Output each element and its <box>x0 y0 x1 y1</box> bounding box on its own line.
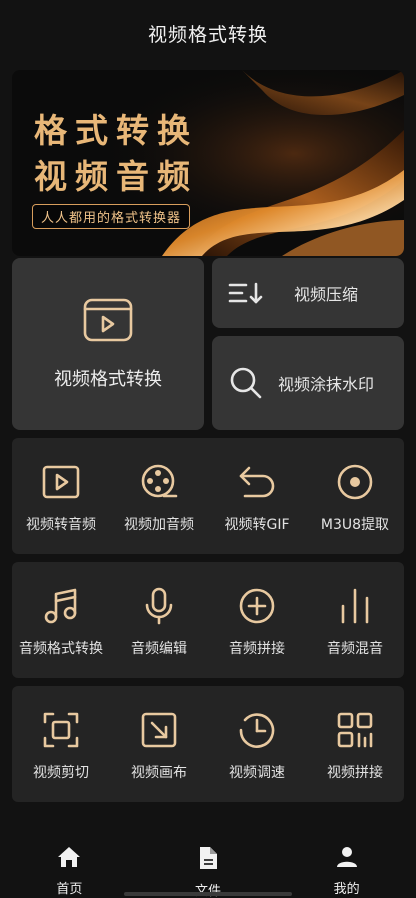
video-watermark-label: 视频涂抹水印 <box>278 375 375 394</box>
video-speed-tool[interactable]: 视频调速 <box>208 686 306 802</box>
qr-grid-icon <box>335 710 375 750</box>
film-reel-icon <box>139 462 179 502</box>
tool-label: 音频编辑 <box>131 641 187 657</box>
tool-label: 视频调速 <box>229 765 285 781</box>
audio-mix-tool[interactable]: 音频混音 <box>306 562 404 678</box>
audio-format-convert-tool[interactable]: 音频格式转换 <box>12 562 110 678</box>
tool-label: 音频混音 <box>327 641 383 657</box>
sort-down-icon <box>226 273 266 313</box>
video-edit-tools-row: 视频剪切 视频画布 视频调速 视频拼接 <box>12 686 404 802</box>
search-icon <box>226 363 266 403</box>
tool-label: 视频拼接 <box>327 765 383 781</box>
video-format-convert-card[interactable]: 视频格式转换 <box>12 258 204 430</box>
document-icon <box>198 846 218 874</box>
video-to-audio-tool[interactable]: 视频转音频 <box>12 438 110 554</box>
nav-home-label: 首页 <box>56 882 83 897</box>
microphone-icon <box>139 586 179 626</box>
banner-headline-2: 视频音频 <box>34 157 198 196</box>
promo-banner[interactable]: 格式转换 视频音频 人人都用的格式转换器 <box>12 70 404 256</box>
m3u8-extract-tool[interactable]: M3U8提取 <box>306 438 404 554</box>
video-cut-tool[interactable]: 视频剪切 <box>12 686 110 802</box>
tool-label: 音频拼接 <box>229 641 285 657</box>
record-icon <box>335 462 375 502</box>
audio-tools-row: 音频格式转换 音频编辑 音频拼接 音频混音 <box>12 562 404 678</box>
crop-frame-icon <box>41 710 81 750</box>
video-watermark-card[interactable]: 视频涂抹水印 <box>212 336 404 430</box>
nav-files[interactable]: 文件 <box>139 830 278 898</box>
tool-label: 音频格式转换 <box>19 641 103 657</box>
music-note-icon <box>41 586 81 626</box>
clock-icon <box>237 710 277 750</box>
tool-label: 视频剪切 <box>33 765 89 781</box>
video-join-tool[interactable]: 视频拼接 <box>306 686 404 802</box>
audio-edit-tool[interactable]: 音频编辑 <box>110 562 208 678</box>
video-compress-label: 视频压缩 <box>294 285 359 304</box>
banner-tagline: 人人都用的格式转换器 <box>32 204 191 229</box>
nav-mine-label: 我的 <box>333 882 360 897</box>
banner-headline-1: 格式转换 <box>34 111 198 150</box>
nav-mine[interactable]: 我的 <box>277 830 416 898</box>
audio-join-tool[interactable]: 音频拼接 <box>208 562 306 678</box>
home-indicator[interactable] <box>124 892 292 896</box>
video-canvas-tool[interactable]: 视频画布 <box>110 686 208 802</box>
tool-label: M3U8提取 <box>320 517 390 533</box>
video-player-icon <box>82 297 134 347</box>
video-tools-row: 视频转音频 视频加音频 视频转GIF M3U8提取 <box>12 438 404 554</box>
bottom-nav: 首页 文件 我的 <box>0 830 416 898</box>
plus-circle-icon <box>237 586 277 626</box>
resize-arrow-icon <box>139 710 179 750</box>
title-bar: 视频格式转换 <box>0 0 416 66</box>
video-compress-card[interactable]: 视频压缩 <box>212 258 404 328</box>
equalizer-bars-icon <box>335 586 375 626</box>
video-to-gif-tool[interactable]: 视频转GIF <box>208 438 306 554</box>
home-icon <box>57 846 81 872</box>
tool-label: 视频转音频 <box>26 517 96 533</box>
page-title: 视频格式转换 <box>147 23 268 46</box>
tool-label: 视频画布 <box>131 765 187 781</box>
tool-label: 视频转GIF <box>224 517 290 533</box>
undo-arrow-icon <box>237 462 277 502</box>
video-format-convert-label: 视频格式转换 <box>54 369 162 390</box>
tool-label: 视频加音频 <box>124 517 194 533</box>
nav-home[interactable]: 首页 <box>0 830 139 898</box>
play-icon <box>41 462 81 502</box>
person-icon <box>336 846 358 872</box>
video-add-audio-tool[interactable]: 视频加音频 <box>110 438 208 554</box>
